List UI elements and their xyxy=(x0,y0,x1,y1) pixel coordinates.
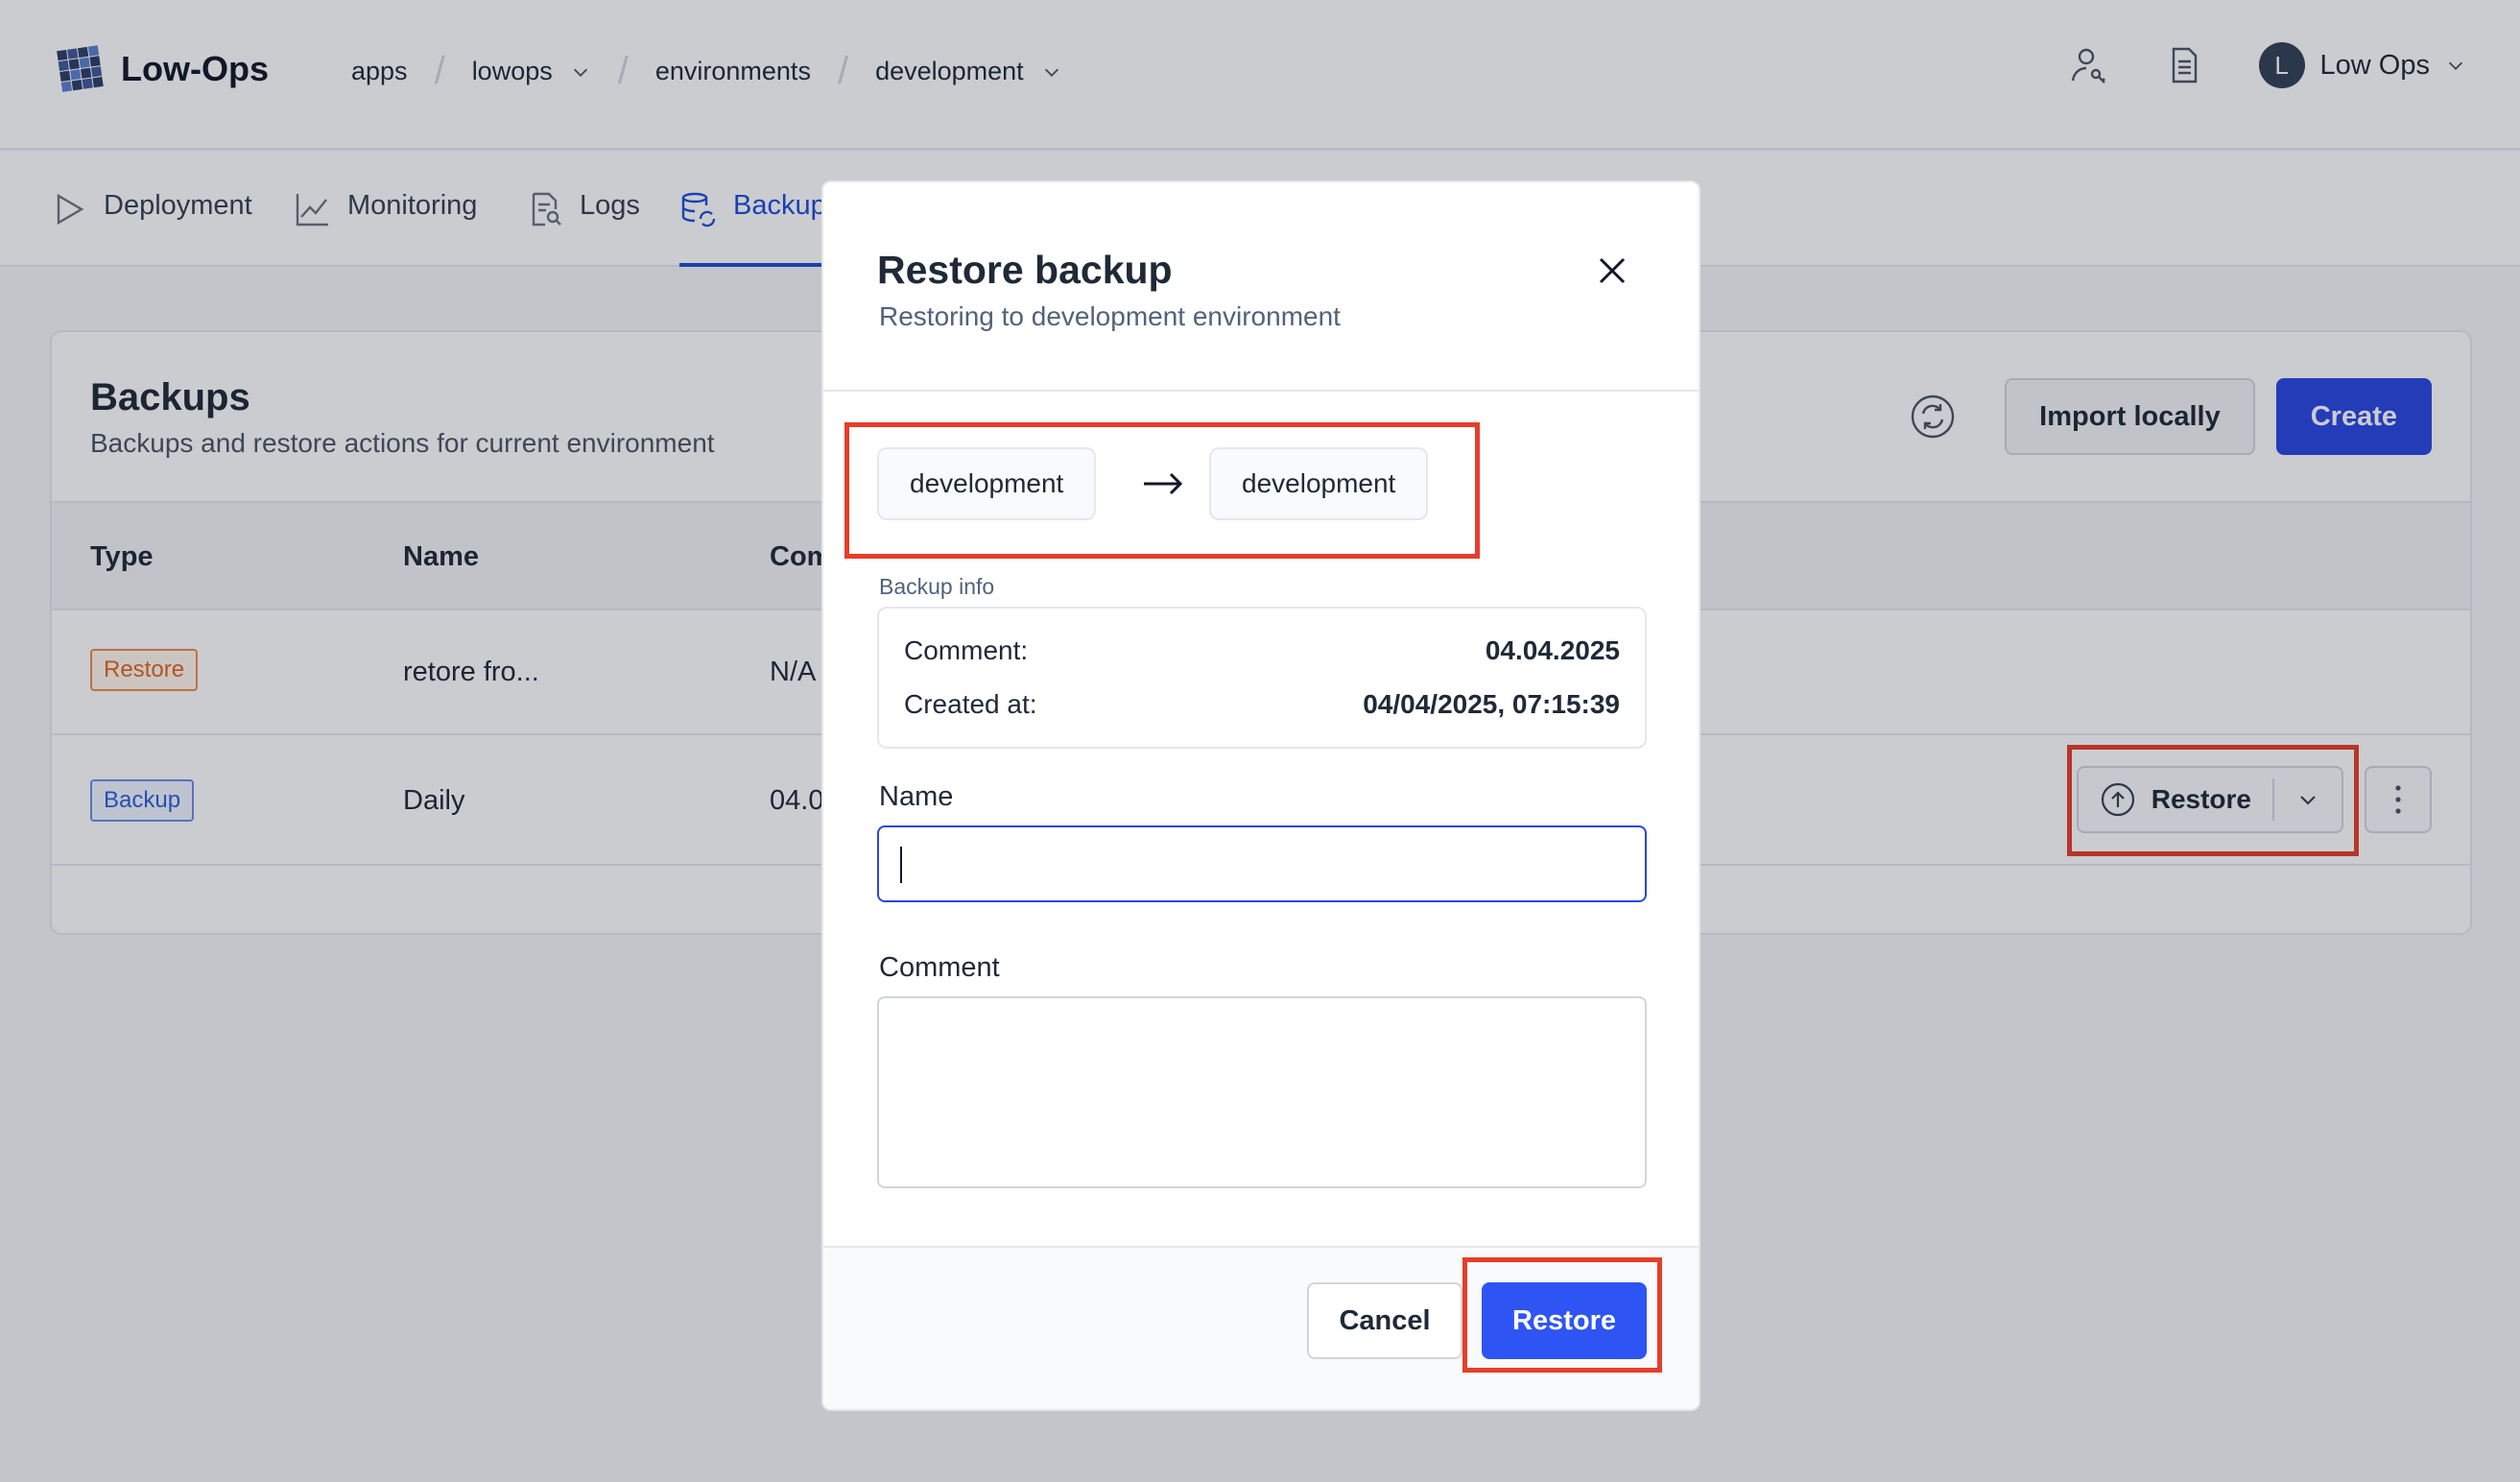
text-caret xyxy=(900,847,902,883)
highlight-environments xyxy=(844,422,1480,559)
dialog-title: Restore backup xyxy=(877,248,1173,292)
comment-label: Comment xyxy=(879,952,1000,983)
backup-info-label: Backup info xyxy=(879,574,995,599)
dialog-subtitle: Restoring to development environment xyxy=(879,301,1341,331)
name-input[interactable] xyxy=(877,825,1647,902)
divider xyxy=(823,390,1699,392)
created-at-key: Created at: xyxy=(904,689,1037,719)
highlight-restore-button xyxy=(1462,1257,1662,1373)
backup-info-box: Comment: 04.04.2025 Created at: 04/04/20… xyxy=(877,607,1647,749)
comment-value: 04.04.2025 xyxy=(1485,635,1620,665)
close-icon[interactable] xyxy=(1591,250,1633,292)
cancel-button[interactable]: Cancel xyxy=(1307,1282,1462,1359)
created-at-value: 04/04/2025, 07:15:39 xyxy=(1363,689,1620,719)
page: Low-Ops apps / lowops / environments / d… xyxy=(0,0,2520,1482)
comment-textarea[interactable] xyxy=(877,996,1647,1188)
comment-key: Comment: xyxy=(904,635,1029,665)
name-label: Name xyxy=(879,781,954,812)
restore-backup-dialog: Restore backup Restoring to development … xyxy=(821,180,1700,1411)
